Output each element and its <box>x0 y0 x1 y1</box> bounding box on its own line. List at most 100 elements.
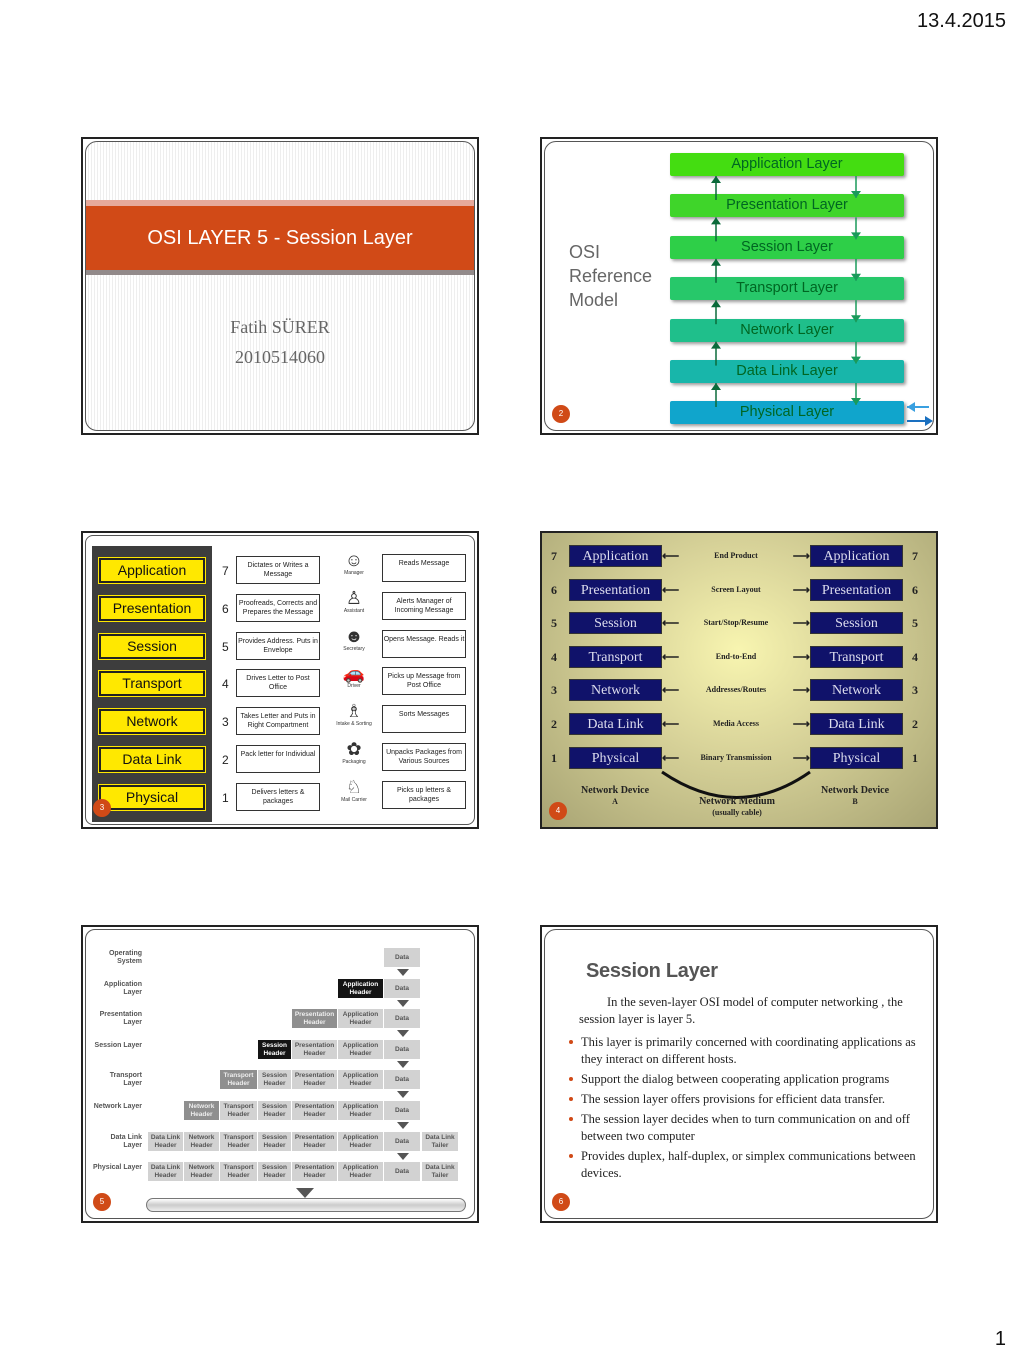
down-arrow-icon <box>397 969 409 976</box>
layer-flow-arrows-icon <box>711 176 933 426</box>
pdu-cell-pres: Presentation Header <box>292 1131 338 1151</box>
author-name: Fatih SÜRER <box>230 317 330 337</box>
pdu-cell-tail: Data Link Tailer <box>422 1162 459 1182</box>
pdu-cell-app: Application Header <box>338 1039 384 1059</box>
pdu-cell-tail: Data Link Tailer <box>422 1131 459 1151</box>
pdu-cell-sess: Session Header <box>258 1101 292 1120</box>
pdu-cell-dl: Data Link Header <box>148 1131 184 1151</box>
layer-label-session: Session <box>98 632 206 660</box>
encapsulation-layer-label: Network Layer <box>93 1103 142 1110</box>
role-figure: ♘ Mail Carrier <box>336 777 372 803</box>
device-a-sub: A <box>612 797 618 806</box>
receiver-action: Unpacks Packages from Various Sources <box>382 743 466 771</box>
pdu-cell-net: Network Header <box>184 1162 220 1182</box>
student-id: 2010514060 <box>235 347 325 367</box>
role-label: Mail Carrier <box>341 796 367 803</box>
bullet-item: This layer is primarily concerned with c… <box>569 1034 929 1068</box>
layer-number: 6 <box>222 601 229 616</box>
bullet-item: Provides duplex, half-duplex, or simplex… <box>569 1148 929 1182</box>
role-figure: ☺ Manager <box>336 550 372 576</box>
layer-label-presentation: Presentation <box>98 594 206 622</box>
role-label: Driver <box>347 683 361 690</box>
slide-number: 6 <box>552 1193 570 1211</box>
secretary-icon: ☻ <box>344 625 364 646</box>
pdu-cell-app: Application Header <box>338 1101 384 1120</box>
assistant-icon: ♙ <box>345 587 363 608</box>
down-arrow-icon <box>397 1152 409 1160</box>
sender-action: Dictates or Writes a Message <box>236 556 320 584</box>
receiver-action: Alerts Manager of Incoming Message <box>382 591 466 620</box>
pdu-cell-app: Application Header <box>338 1131 384 1151</box>
slide-5: Operating System Data Application Layer App… <box>81 925 479 1223</box>
layer-label-data-link: Data Link <box>98 746 206 773</box>
pdu-cell-data: Data <box>384 1101 421 1120</box>
slide-number: 2 <box>552 405 570 423</box>
receiver-action: Sorts Messages <box>382 705 466 734</box>
pdu-cell-data: Data <box>384 1009 421 1029</box>
slide-2: OSI Reference Model Application Layer Pre… <box>540 137 938 435</box>
pdu-cell-pres: Presentation Header <box>292 1039 338 1059</box>
print-date: 13.4.2015 <box>917 10 1006 32</box>
page-number: 1 <box>994 1328 1006 1350</box>
layer-number: 3 <box>222 715 229 730</box>
slide-1: OSI LAYER 5 - Session Layer Fatih SÜRER … <box>81 137 479 435</box>
pdu-cell-app: Application Header <box>338 1162 384 1182</box>
pdu-cell-dl: Data Link Header <box>148 1162 184 1182</box>
pdu-cell-trans: Transport Header <box>220 1070 258 1090</box>
down-arrow-icon <box>397 1060 409 1068</box>
layer-label-physical: Physical <box>98 783 206 811</box>
pdu-cell-app: Application Header <box>338 1070 384 1090</box>
pdu-cell-sess: Session Header <box>258 1162 292 1182</box>
layer-label-network: Network <box>98 708 206 736</box>
down-arrow-icon <box>397 999 409 1007</box>
bullet-item: The session layer decides when to turn c… <box>569 1111 929 1145</box>
layer-label-transport: Transport <box>98 670 206 698</box>
pdu-cell-data: Data <box>384 1070 421 1090</box>
pdu-cell-pres: Presentation Header <box>292 1101 338 1120</box>
role-figure: ♗ Intake & Sorting <box>336 701 372 727</box>
device-b-label: Network Device <box>820 785 890 796</box>
receiver-action: Reads Message <box>382 554 466 582</box>
receiver-action: Picks up letters & packages <box>382 780 466 809</box>
layer-label-application: Application <box>98 557 206 584</box>
encapsulation-layer-label: Transport Layer <box>109 1072 142 1088</box>
layer-number: 4 <box>222 677 229 692</box>
role-figure: 🚗 Driver <box>336 663 372 689</box>
pdu-cell-data: Data <box>384 1162 421 1182</box>
encapsulation-layer-label: Session Layer <box>94 1041 142 1049</box>
pdu-cell-net: Network Header <box>184 1131 220 1151</box>
layer-number: 1 <box>222 790 229 805</box>
receiver-action: Picks up Message from Post Office <box>382 667 466 696</box>
sender-action: Drives Letter to Post Office <box>236 669 320 698</box>
down-arrow-icon <box>397 1091 409 1099</box>
role-figure: ☻ Secretary <box>336 626 372 652</box>
role-label: Assistant <box>343 607 365 614</box>
down-arrow-icon <box>397 1030 409 1038</box>
intro-text: In the seven-layer OSI model of computer… <box>579 995 903 1026</box>
pdu-cell-app: Application Header <box>338 978 384 998</box>
car-icon: 🚗 <box>342 663 366 684</box>
pdu-cell-trans: Transport Header <box>220 1131 258 1151</box>
pdu-cell-pres: Presentation Header <box>292 1009 338 1029</box>
medium-sub: (usually cable) <box>712 808 762 817</box>
role-figure: ♙ Assistant <box>336 588 372 614</box>
pdu-cell-sess: Session Header <box>258 1131 292 1151</box>
sender-action: Pack letter for Individual <box>236 745 320 773</box>
pdu-cell-net: Network Header <box>184 1101 220 1120</box>
pdu-cell-data: Data <box>384 948 421 967</box>
encapsulation-layer-label: Data Link Layer <box>110 1133 142 1149</box>
receiver-action: Opens Message. Reads it <box>382 629 466 658</box>
slide-6: Session Layer In the seven-layer OSI mod… <box>540 925 938 1223</box>
role-figure: ✿ Packaging <box>336 739 372 765</box>
role-label: Secretary <box>343 645 365 652</box>
encapsulation-layer-label: Application Layer <box>103 980 142 996</box>
sender-action: Takes Letter and Puts in Right Compartme… <box>236 707 320 736</box>
pdu-cell-pres: Presentation Header <box>292 1070 338 1090</box>
encapsulation-layer-label: Presentation Layer <box>99 1011 142 1027</box>
transmission-medium-pipe <box>146 1198 466 1212</box>
encapsulation-layer-label: Operating System <box>108 950 142 965</box>
sender-action: Proofreads, Corrects and Prepares the Me… <box>236 593 320 622</box>
packages-icon: ✿ <box>346 739 362 759</box>
manager-icon: ☺ <box>344 550 364 570</box>
bullet-item: Support the dialog between cooperating a… <box>569 1071 929 1088</box>
